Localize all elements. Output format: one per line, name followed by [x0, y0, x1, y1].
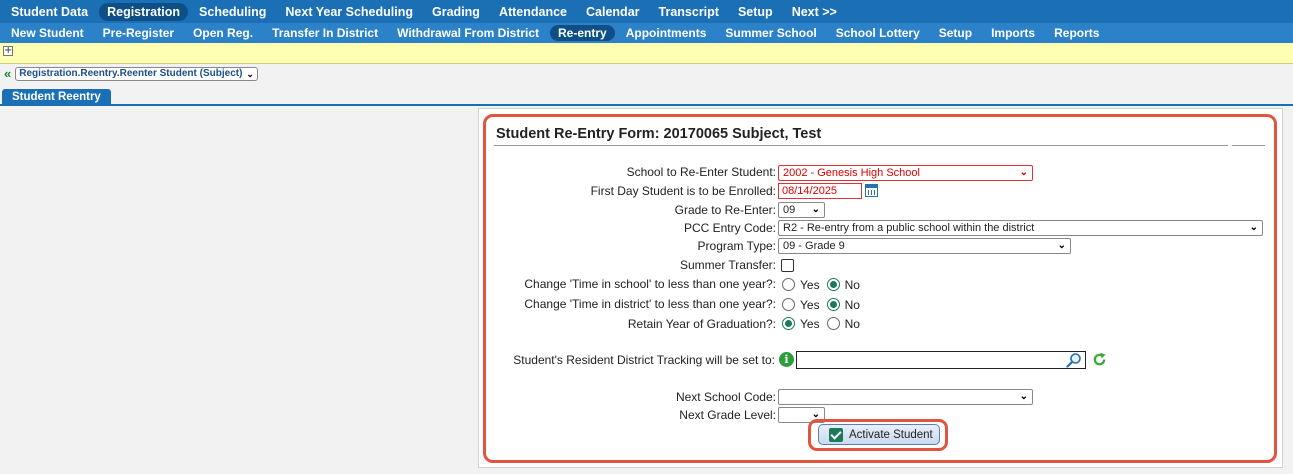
grade-label: Grade to Re-Enter:: [674, 203, 776, 217]
tracking-search-input[interactable]: [796, 350, 1086, 369]
summer-label: Summer Transfer:: [679, 258, 776, 272]
program-select[interactable]: 09 - Grade 9 ⌄: [778, 237, 1071, 254]
message-bar: +: [0, 43, 1293, 64]
program-label: Program Type:: [697, 239, 776, 253]
time-school-no-radio[interactable]: [826, 278, 840, 291]
summer-transfer-checkbox[interactable]: [781, 259, 794, 272]
expand-icon[interactable]: +: [3, 46, 13, 56]
subnav-reports[interactable]: Reports: [1046, 25, 1107, 41]
first-day-input[interactable]: 08/14/2025: [778, 182, 862, 199]
subnav-imports[interactable]: Imports: [983, 25, 1043, 41]
chevron-down-icon: ⌄: [1019, 167, 1028, 178]
retain-no-radio[interactable]: [826, 317, 840, 330]
time-district-no-radio[interactable]: [826, 298, 840, 311]
nav-grading[interactable]: Grading: [424, 3, 488, 21]
form-title: Student Re-Entry Form: 20170065 Subject,…: [496, 126, 822, 142]
pcc-label: PCC Entry Code:: [683, 221, 776, 235]
school-select[interactable]: 2002 - Genesis High School ⌄: [778, 164, 1033, 181]
subnav-pre-register[interactable]: Pre-Register: [95, 25, 182, 41]
double-chevron-left-icon[interactable]: «: [4, 67, 11, 80]
search-icon[interactable]: [1066, 352, 1082, 368]
tab-bar: Student Reentry: [0, 88, 1293, 106]
next-school-select[interactable]: ⌄: [778, 388, 1033, 405]
subnav-new-student[interactable]: New Student: [3, 25, 92, 41]
subnav-school-lottery[interactable]: School Lottery: [828, 25, 928, 41]
time-school-yes-radio[interactable]: [782, 278, 795, 291]
calendar-icon[interactable]: [865, 184, 878, 197]
nav-next-year-scheduling[interactable]: Next Year Scheduling: [277, 3, 421, 21]
grade-select[interactable]: 09 ⌄: [778, 201, 825, 218]
chevron-down-icon: ⌄: [1249, 222, 1258, 233]
chevron-down-icon: ⌄: [811, 204, 820, 215]
grade-value: 09: [783, 203, 796, 216]
nav-calendar[interactable]: Calendar: [578, 3, 648, 21]
pcc-select[interactable]: R2 - Re-entry from a public school withi…: [778, 219, 1263, 236]
breadcrumb-select[interactable]: Registration.Reentry.Reenter Student (Su…: [15, 67, 258, 81]
nav-attendance[interactable]: Attendance: [491, 3, 575, 21]
time-district-yes-label: Yes: [800, 297, 820, 312]
refresh-icon[interactable]: [1092, 352, 1107, 367]
time-school-label: Change 'Time in school' to less than one…: [524, 277, 776, 291]
subnav-withdrawal-from-district[interactable]: Withdrawal From District: [389, 25, 547, 41]
time-district-no-label: No: [844, 297, 860, 312]
program-value: 09 - Grade 9: [783, 239, 845, 252]
nav-transcript[interactable]: Transcript: [651, 3, 727, 21]
activate-student-button[interactable]: Activate Student: [818, 424, 940, 445]
tab-student-reentry[interactable]: Student Reentry: [2, 89, 111, 106]
school-value: 2002 - Genesis High School: [783, 166, 920, 179]
chevron-down-icon: ⌄: [1019, 391, 1028, 402]
retain-yes-label: Yes: [800, 316, 820, 331]
chevron-down-icon: ⌄: [1057, 240, 1066, 251]
retain-label: Retain Year of Graduation?:: [627, 317, 776, 331]
nav-registration[interactable]: Registration: [99, 2, 189, 21]
primary-nav: Student Data Registration Scheduling Nex…: [0, 0, 1293, 23]
school-label: School to Re-Enter Student:: [626, 165, 776, 179]
time-school-yes-label: Yes: [800, 277, 820, 292]
nav-next[interactable]: Next >>: [784, 3, 845, 21]
chevron-down-icon: ⌄: [246, 69, 254, 79]
subnav-transfer-in-district[interactable]: Transfer In District: [264, 25, 386, 41]
nav-student-data[interactable]: Student Data: [3, 3, 96, 21]
title-divider-end: [1232, 145, 1265, 146]
retain-no-label: No: [844, 316, 860, 331]
title-divider: [494, 145, 1228, 146]
time-school-no-label: No: [844, 277, 860, 292]
subnav-open-reg[interactable]: Open Reg.: [185, 25, 261, 41]
pcc-value: R2 - Re-entry from a public school withi…: [783, 221, 1035, 234]
secondary-nav: New Student Pre-Register Open Reg. Trans…: [0, 23, 1293, 43]
activate-label: Activate Student: [849, 428, 933, 441]
info-icon[interactable]: i: [779, 352, 794, 367]
breadcrumb-label: Registration.Reentry.Reenter Student (Su…: [19, 68, 243, 79]
nav-scheduling[interactable]: Scheduling: [191, 3, 274, 21]
breadcrumb: « Registration.Reentry.Reenter Student (…: [0, 66, 258, 82]
time-district-label: Change 'Time in district' to less than o…: [524, 297, 776, 311]
subnav-setup[interactable]: Setup: [931, 25, 980, 41]
retain-yes-radio[interactable]: [782, 317, 795, 330]
nav-setup[interactable]: Setup: [730, 3, 781, 21]
checkmark-icon: [829, 427, 843, 442]
time-district-yes-radio[interactable]: [782, 298, 795, 311]
next-grade-label: Next Grade Level:: [679, 408, 776, 422]
tracking-label: Student's Resident District Tracking wil…: [513, 353, 775, 367]
subnav-re-entry[interactable]: Re-entry: [550, 25, 615, 41]
first-day-label: First Day Student is to be Enrolled:: [590, 184, 776, 198]
subnav-appointments[interactable]: Appointments: [618, 25, 715, 41]
subnav-summer-school[interactable]: Summer School: [717, 25, 824, 41]
next-school-label: Next School Code:: [675, 390, 776, 404]
